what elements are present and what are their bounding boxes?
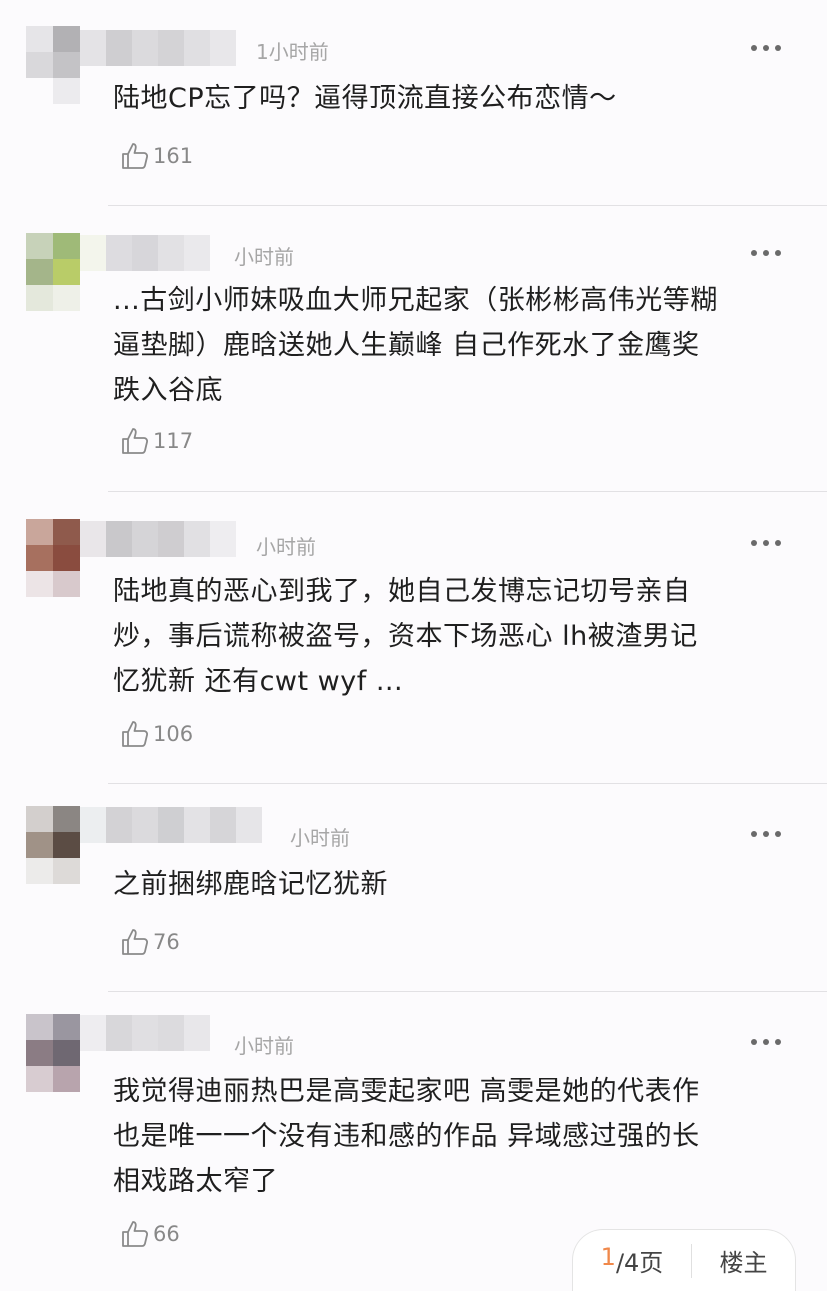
username[interactable] xyxy=(80,807,262,843)
like-button[interactable]: 161 xyxy=(120,140,193,172)
op-only-button[interactable]: 楼主 xyxy=(692,1243,795,1278)
like-button[interactable]: 117 xyxy=(120,425,193,457)
avatar[interactable] xyxy=(26,26,80,104)
like-button[interactable]: 66 xyxy=(120,1218,180,1250)
username[interactable] xyxy=(80,30,236,66)
thumbs-up-icon xyxy=(122,428,148,454)
divider xyxy=(108,491,827,492)
username[interactable] xyxy=(80,1015,210,1051)
comment-text-line: 也是唯一一个没有违和感的作品 异域感过强的长 xyxy=(113,1121,700,1152)
comment-text: ...古剑小师妹吸血大师兄起家（张彬彬高伟光等糊 逼垫脚）鹿晗送她人生巅峰 自己… xyxy=(113,278,793,413)
comment-time: 小时前 xyxy=(256,535,316,559)
comment-time: 小时前 xyxy=(234,245,294,269)
avatar[interactable] xyxy=(26,806,80,884)
comment-text-line: ...古剑小师妹吸血大师兄起家（张彬彬高伟光等糊 xyxy=(113,285,718,316)
divider xyxy=(108,783,827,784)
comment-text-line: 相戏路太窄了 xyxy=(113,1166,278,1197)
comment-text-line: 陆地真的恶心到我了，她自己发博忘记切号亲自 xyxy=(113,576,691,607)
like-count: 76 xyxy=(153,930,180,954)
like-count: 66 xyxy=(153,1222,180,1246)
pager: 1/4页 楼主 xyxy=(572,1229,796,1291)
comment-page: 1小时前 陆地CP忘了吗？逼得顶流直接公布恋情～ 161 小时前 ...古剑小师… xyxy=(0,0,827,1291)
divider xyxy=(108,991,827,992)
comment-text: 陆地CP忘了吗？逼得顶流直接公布恋情～ xyxy=(113,76,793,121)
comment-text: 我觉得迪丽热巴是高雯起家吧 高雯是她的代表作 也是唯一一个没有违和感的作品 异域… xyxy=(113,1069,793,1204)
like-button[interactable]: 106 xyxy=(120,718,193,750)
comment-text: 陆地真的恶心到我了，她自己发博忘记切号亲自 炒，事后谎称被盗号，资本下场恶心 l… xyxy=(113,569,793,704)
comment-text-line: 逼垫脚）鹿晗送她人生巅峰 自己作死水了金鹰奖 xyxy=(113,330,700,361)
ellipsis-icon[interactable] xyxy=(751,43,781,53)
divider xyxy=(108,205,827,206)
username[interactable] xyxy=(80,235,210,271)
like-button[interactable]: 76 xyxy=(120,926,180,958)
ellipsis-icon[interactable] xyxy=(751,248,781,258)
comment-text-line: 跌入谷底 xyxy=(113,375,223,406)
comment-text: 之前捆绑鹿晗记忆犹新 xyxy=(113,862,793,907)
avatar[interactable] xyxy=(26,233,80,311)
comment-text-line: 炒，事后谎称被盗号，资本下场恶心 lh被渣男记 xyxy=(113,621,698,652)
comment-time: 小时前 xyxy=(234,1034,294,1058)
avatar[interactable] xyxy=(26,1014,80,1092)
total-pages: /4页 xyxy=(615,1249,664,1277)
thumbs-up-icon xyxy=(122,929,148,955)
thumbs-up-icon xyxy=(122,721,148,747)
ellipsis-icon[interactable] xyxy=(751,538,781,548)
page-indicator[interactable]: 1/4页 xyxy=(573,1243,691,1278)
comment-text-line: 之前捆绑鹿晗记忆犹新 xyxy=(113,869,388,900)
like-count: 117 xyxy=(153,429,194,453)
avatar[interactable] xyxy=(26,519,80,597)
like-count: 106 xyxy=(153,722,194,746)
ellipsis-icon[interactable] xyxy=(751,829,781,839)
comment-time: 1小时前 xyxy=(256,40,329,64)
thumbs-up-icon xyxy=(122,1221,148,1247)
comment-text-line: 陆地CP忘了吗？逼得顶流直接公布恋情～ xyxy=(113,83,617,114)
comment-text-line: 我觉得迪丽热巴是高雯起家吧 高雯是她的代表作 xyxy=(113,1076,700,1107)
thumbs-up-icon xyxy=(122,143,148,169)
comment-text-line: 忆犹新 还有cwt wyf ... xyxy=(113,666,404,697)
comment-time: 小时前 xyxy=(290,826,350,850)
ellipsis-icon[interactable] xyxy=(751,1037,781,1047)
current-page: 1 xyxy=(600,1243,616,1271)
like-count: 161 xyxy=(153,144,194,168)
username[interactable] xyxy=(80,521,236,557)
